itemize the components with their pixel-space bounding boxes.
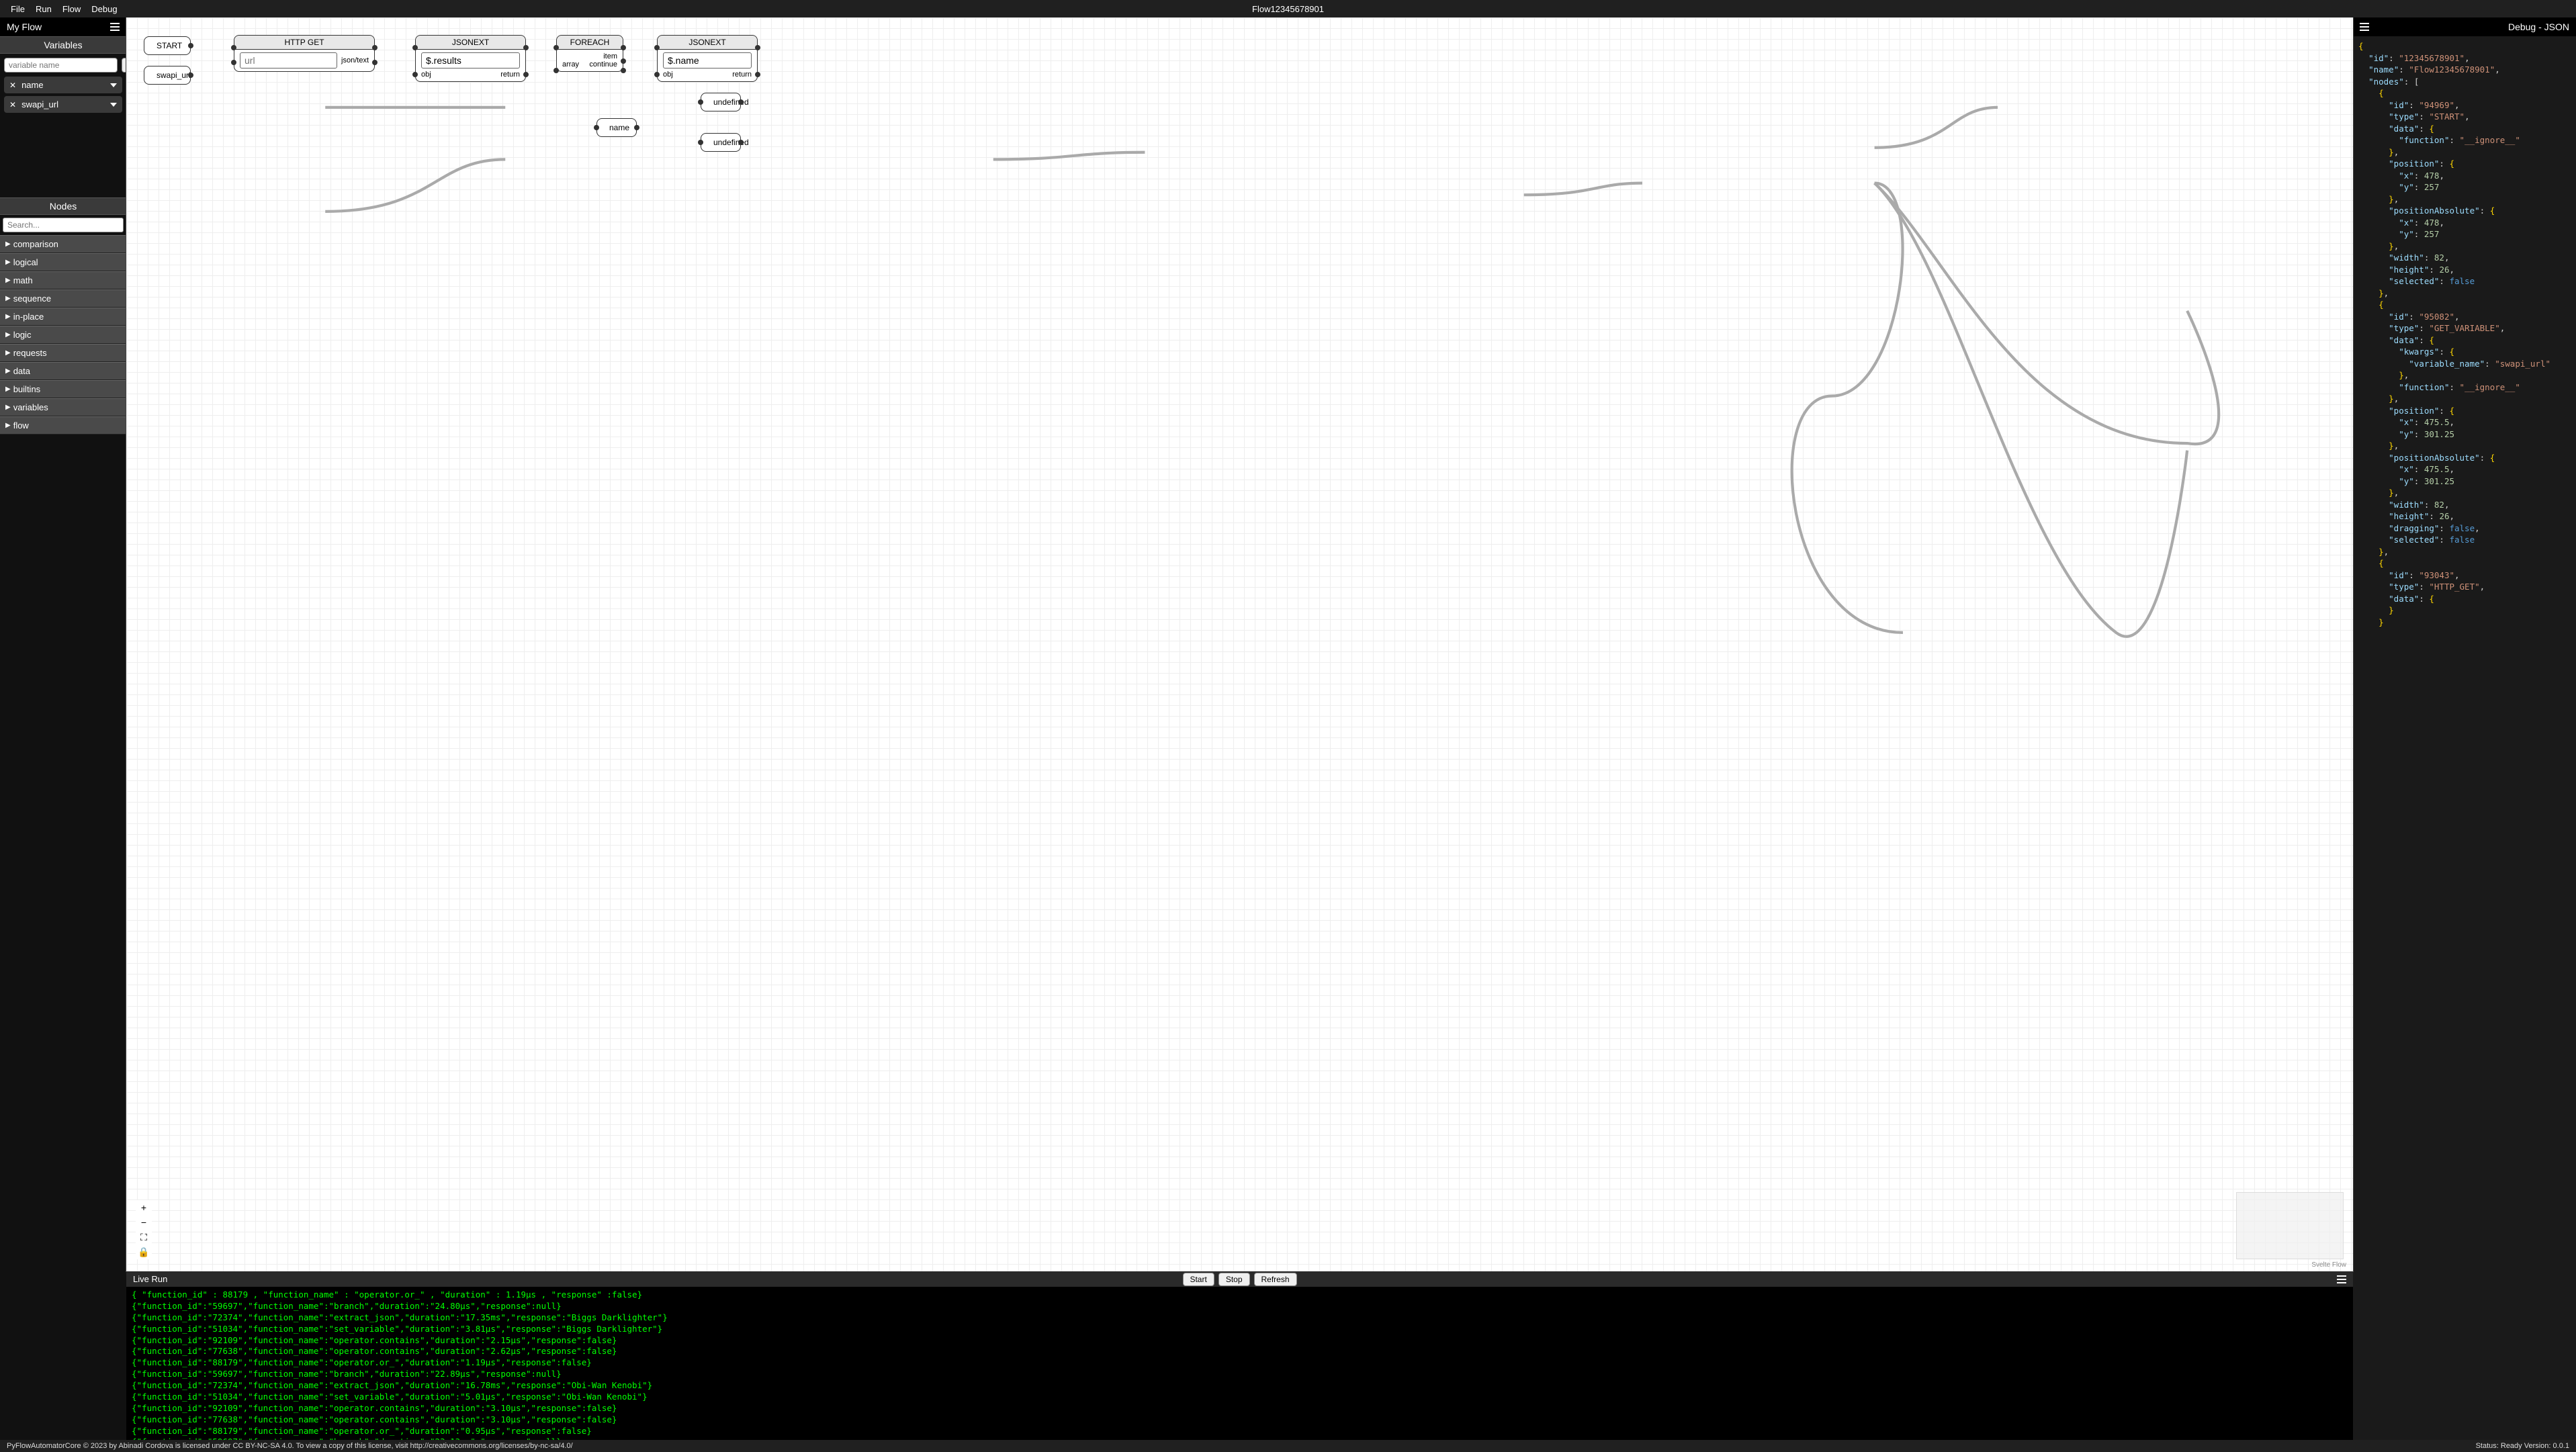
- menu-debug[interactable]: Debug: [86, 4, 122, 14]
- node-http-get[interactable]: HTTP GET json/text: [234, 35, 375, 72]
- triangle-right-icon: ▶: [5, 422, 11, 429]
- node-foreach-title: FOREACH: [557, 36, 623, 50]
- triangle-right-icon: ▶: [5, 313, 11, 320]
- triangle-right-icon: ▶: [5, 349, 11, 357]
- node-name-pill[interactable]: name: [596, 118, 637, 137]
- variable-name-input[interactable]: [4, 58, 118, 73]
- sidebar-right: Debug - JSON { "id": "12345678901", "nam…: [2353, 17, 2576, 1440]
- search-input[interactable]: [3, 218, 124, 232]
- category-in-place[interactable]: ▶ in-place: [0, 308, 126, 326]
- stop-button[interactable]: Stop: [1218, 1273, 1250, 1286]
- triangle-right-icon: ▶: [5, 331, 11, 338]
- node-jsonext-2[interactable]: JSONEXT obj return: [657, 35, 758, 82]
- chevron-down-icon[interactable]: [110, 103, 117, 107]
- refresh-button[interactable]: Refresh: [1254, 1273, 1297, 1286]
- jsonext-2-in-label: obj: [663, 71, 673, 79]
- lock-button[interactable]: 🔒: [136, 1244, 152, 1259]
- node-http-get-title: HTTP GET: [234, 36, 374, 50]
- variable-name: name: [21, 80, 44, 90]
- statusbar: PyFlowAutomatorCore © 2023 by Abinadi Co…: [0, 1440, 2576, 1452]
- category-variables[interactable]: ▶ variables: [0, 398, 126, 416]
- node-undefined-2[interactable]: undefined: [701, 133, 741, 152]
- category-sequence[interactable]: ▶ sequence: [0, 289, 126, 308]
- triangle-right-icon: ▶: [5, 404, 11, 411]
- chevron-down-icon[interactable]: [110, 83, 117, 87]
- node-undefined-1[interactable]: undefined: [701, 93, 741, 111]
- minimap[interactable]: [2236, 1192, 2344, 1259]
- fit-view-button[interactable]: ⛶: [136, 1230, 152, 1244]
- json-viewer[interactable]: { "id": "12345678901", "name": "Flow1234…: [2353, 36, 2576, 1440]
- node-name-pill-label: name: [609, 123, 629, 132]
- menu-file[interactable]: File: [5, 4, 30, 14]
- category-math[interactable]: ▶ math: [0, 271, 126, 289]
- jsonext-1-in-label: obj: [421, 71, 431, 79]
- category-logic[interactable]: ▶ logic: [0, 326, 126, 344]
- window-title: Flow12345678901: [1252, 4, 1324, 14]
- nodes-panel-title: Nodes: [0, 197, 126, 215]
- node-jsonext-1-title: JSONEXT: [416, 36, 525, 50]
- foreach-out-item: item: [562, 52, 617, 60]
- flow-title: My Flow: [7, 21, 42, 32]
- category-flow[interactable]: ▶ flow: [0, 416, 126, 435]
- debug-menu-icon[interactable]: [2360, 23, 2369, 31]
- triangle-right-icon: ▶: [5, 385, 11, 393]
- jsonext-1-out-label: return: [500, 71, 520, 79]
- triangle-right-icon: ▶: [5, 277, 11, 284]
- category-builtins[interactable]: ▶ builtins: [0, 380, 126, 398]
- node-start-label: START: [157, 41, 182, 50]
- node-start[interactable]: START: [144, 36, 191, 55]
- triangle-right-icon: ▶: [5, 259, 11, 266]
- http-get-out-label: json/text: [341, 56, 369, 64]
- menu-run[interactable]: Run: [30, 4, 57, 14]
- variables-panel-title: Variables: [0, 36, 126, 54]
- status-text: Status: Ready Version: 0.0.1: [2476, 1442, 2569, 1450]
- menubar: FileRunFlowDebug Flow12345678901: [0, 0, 2576, 17]
- triangle-right-icon: ▶: [5, 295, 11, 302]
- node-foreach[interactable]: FOREACH item array continue: [556, 35, 623, 72]
- hamburger-icon[interactable]: [110, 23, 120, 31]
- menu-flow[interactable]: Flow: [57, 4, 86, 14]
- node-jsonext-2-title: JSONEXT: [658, 36, 757, 50]
- license-text: PyFlowAutomatorCore © 2023 by Abinadi Co…: [7, 1442, 573, 1450]
- jsonext-1-input[interactable]: [421, 52, 520, 69]
- node-jsonext-1[interactable]: JSONEXT obj return: [415, 35, 526, 82]
- variable-chip-swapi_url[interactable]: ✕ swapi_url: [4, 96, 122, 113]
- node-swapi-url[interactable]: swapi_url: [144, 66, 191, 85]
- category-logical[interactable]: ▶ logical: [0, 253, 126, 271]
- variable-name: swapi_url: [21, 99, 58, 109]
- delete-var-icon[interactable]: ✕: [9, 81, 16, 90]
- attribution-label: Svelte Flow: [2311, 1261, 2346, 1269]
- category-comparison[interactable]: ▶ comparison: [0, 235, 126, 253]
- debug-title: Debug - JSON: [2508, 21, 2569, 32]
- liverun-menu-icon[interactable]: [2337, 1275, 2346, 1283]
- liverun-title: Live Run: [133, 1274, 167, 1284]
- node-swapi-url-label: swapi_url: [157, 71, 191, 80]
- jsonext-2-out-label: return: [732, 71, 752, 79]
- category-requests[interactable]: ▶ requests: [0, 344, 126, 362]
- triangle-right-icon: ▶: [5, 367, 11, 375]
- variable-chip-name[interactable]: ✕ name: [4, 77, 122, 93]
- category-data[interactable]: ▶ data: [0, 362, 126, 380]
- flow-canvas[interactable]: START swapi_url HTTP GET json/text: [126, 17, 2353, 1271]
- jsonext-2-input[interactable]: [663, 52, 752, 69]
- sidebar-left: My Flow Variables save ✕name✕swapi_url N…: [0, 17, 126, 1440]
- delete-var-icon[interactable]: ✕: [9, 100, 16, 109]
- foreach-in-label: array: [562, 60, 579, 69]
- start-button[interactable]: Start: [1182, 1273, 1214, 1286]
- zoom-out-button[interactable]: −: [136, 1215, 152, 1230]
- http-get-url-input[interactable]: [240, 52, 337, 69]
- foreach-out-continue: continue: [589, 60, 617, 69]
- zoom-in-button[interactable]: +: [136, 1200, 152, 1215]
- console-output[interactable]: { "function_id" : 88179 , "function_name…: [126, 1287, 2353, 1440]
- triangle-right-icon: ▶: [5, 240, 11, 248]
